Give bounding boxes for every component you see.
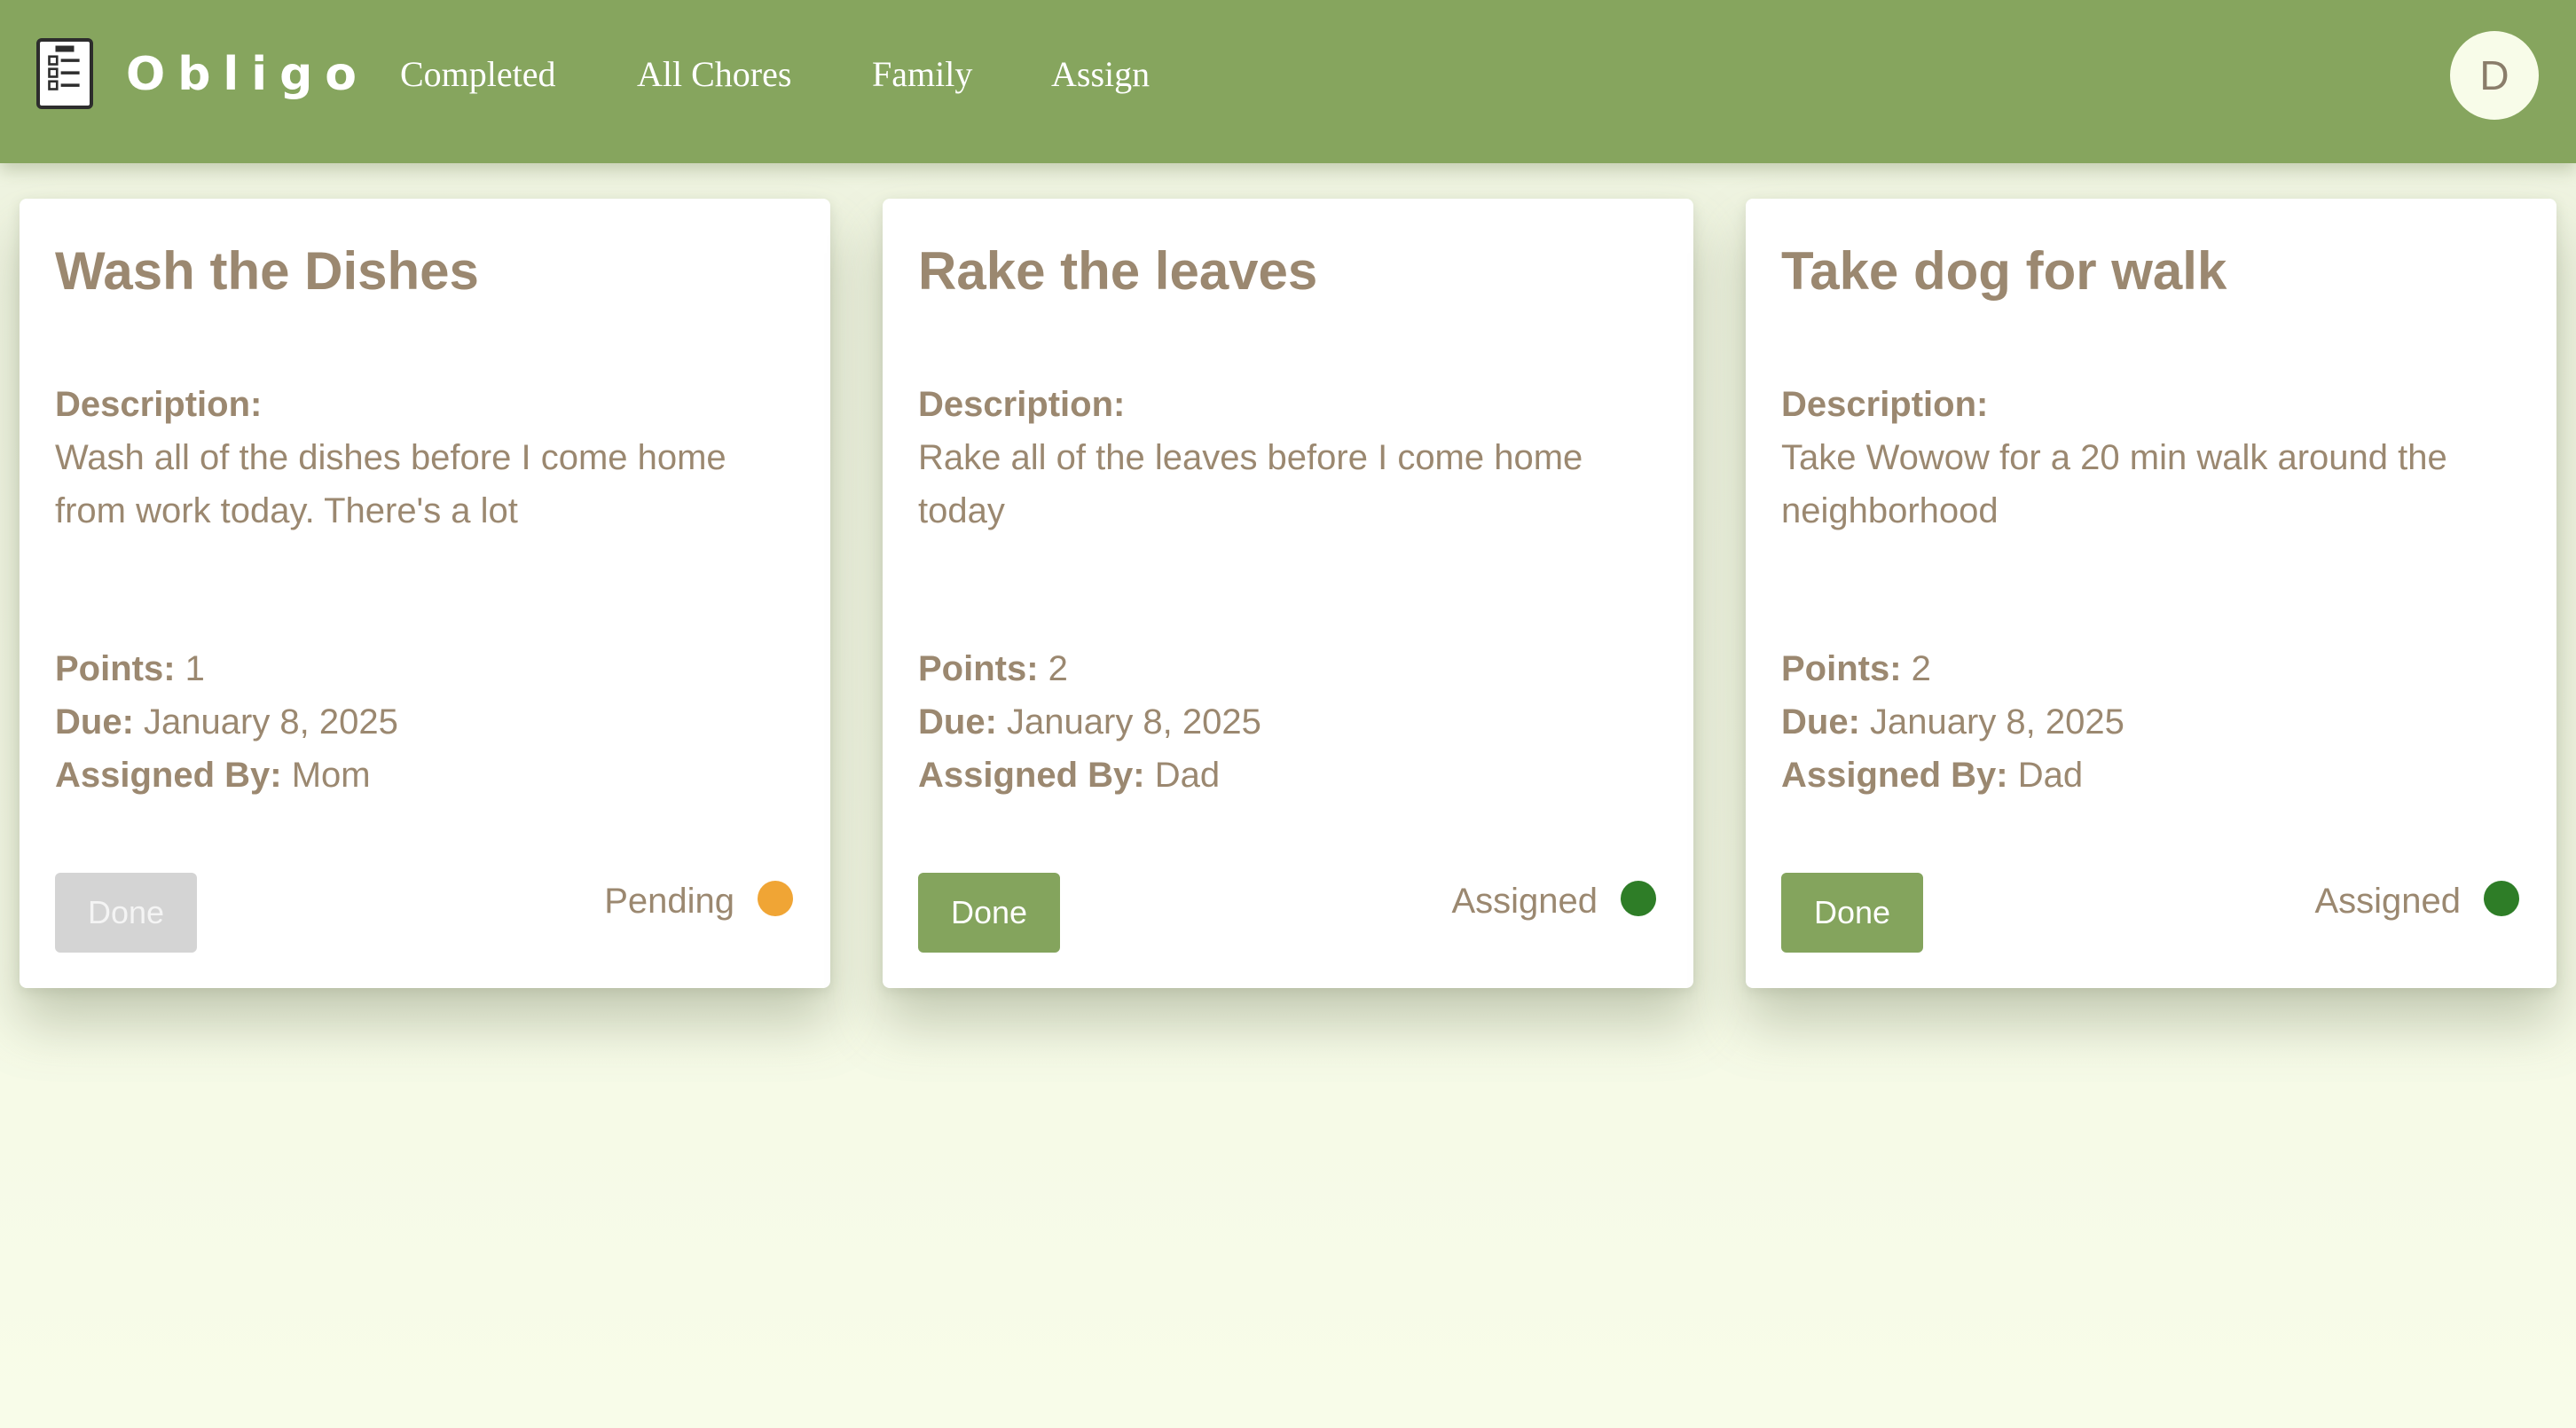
due-row: Due: January 8, 2025 <box>1781 697 2124 747</box>
points-row: Points: 1 <box>55 644 205 694</box>
top-navbar: Obligo Completed All Chores Family Assig… <box>0 0 2576 163</box>
due-value: January 8, 2025 <box>1007 702 1261 741</box>
description-label: Description: <box>918 385 1126 424</box>
assigned-by-value: Mom <box>291 756 371 795</box>
nav-completed[interactable]: Completed <box>400 48 556 101</box>
status-dot-icon <box>758 881 793 916</box>
chore-description: Wash all of the dishes before I come hom… <box>55 438 726 530</box>
assigned-by-value: Dad <box>1154 756 1221 795</box>
page: Obligo Completed All Chores Family Assig… <box>0 0 2576 1428</box>
due-row: Due: January 8, 2025 <box>55 697 398 747</box>
due-label: Due: <box>1781 702 1860 741</box>
assigned-by-row: Assigned By: Mom <box>55 750 371 800</box>
status-label: Assigned <box>1451 881 1598 921</box>
assigned-by-label: Assigned By: <box>1781 756 2008 795</box>
chore-card: Wash the Dishes Description: Wash all of… <box>20 199 830 988</box>
chore-title: Wash the Dishes <box>55 241 479 301</box>
chore-card: Rake the leaves Description: Rake all of… <box>883 199 1693 988</box>
due-value: January 8, 2025 <box>144 702 398 741</box>
assigned-by-value: Dad <box>2017 756 2084 795</box>
description-label: Description: <box>55 385 263 424</box>
nav-family[interactable]: Family <box>872 48 972 101</box>
points-label: Points: <box>55 649 176 688</box>
chore-description: Rake all of the leaves before I come hom… <box>918 438 1583 530</box>
points-label: Points: <box>918 649 1039 688</box>
assigned-by-label: Assigned By: <box>918 756 1145 795</box>
done-button: Done <box>55 873 197 953</box>
clipboard-logo-icon[interactable] <box>36 38 93 109</box>
points-value: 1 <box>185 649 205 688</box>
user-avatar[interactable]: D <box>2450 31 2539 120</box>
status-label: Pending <box>604 881 734 921</box>
done-button[interactable]: Done <box>1781 873 1923 953</box>
assigned-by-row: Assigned By: Dad <box>918 750 1220 800</box>
nav-all-chores[interactable]: All Chores <box>637 48 791 101</box>
status-dot-icon <box>2484 881 2519 916</box>
status-label: Assigned <box>2314 881 2461 921</box>
due-value: January 8, 2025 <box>1870 702 2124 741</box>
chore-title: Rake the leaves <box>918 241 1318 301</box>
points-label: Points: <box>1781 649 1902 688</box>
points-row: Points: 2 <box>918 644 1068 694</box>
status-indicator: Assigned <box>1451 875 1656 928</box>
description-label: Description: <box>1781 385 1989 424</box>
assigned-by-label: Assigned By: <box>55 756 282 795</box>
chore-title: Take dog for walk <box>1781 241 2227 301</box>
status-indicator: Assigned <box>2314 875 2519 928</box>
points-value: 2 <box>1048 649 1068 688</box>
due-label: Due: <box>55 702 134 741</box>
due-row: Due: January 8, 2025 <box>918 697 1261 747</box>
nav-assign[interactable]: Assign <box>1051 48 1150 101</box>
points-row: Points: 2 <box>1781 644 1931 694</box>
done-button[interactable]: Done <box>918 873 1060 953</box>
status-indicator: Pending <box>604 875 793 928</box>
assigned-by-row: Assigned By: Dad <box>1781 750 2083 800</box>
chore-card: Take dog for walk Description: Take Wowo… <box>1746 199 2556 988</box>
chore-description: Take Wowow for a 20 min walk around the … <box>1781 438 2447 530</box>
due-label: Due: <box>918 702 997 741</box>
points-value: 2 <box>1911 649 1931 688</box>
status-dot-icon <box>1621 881 1656 916</box>
brand-name[interactable]: Obligo <box>126 43 369 106</box>
